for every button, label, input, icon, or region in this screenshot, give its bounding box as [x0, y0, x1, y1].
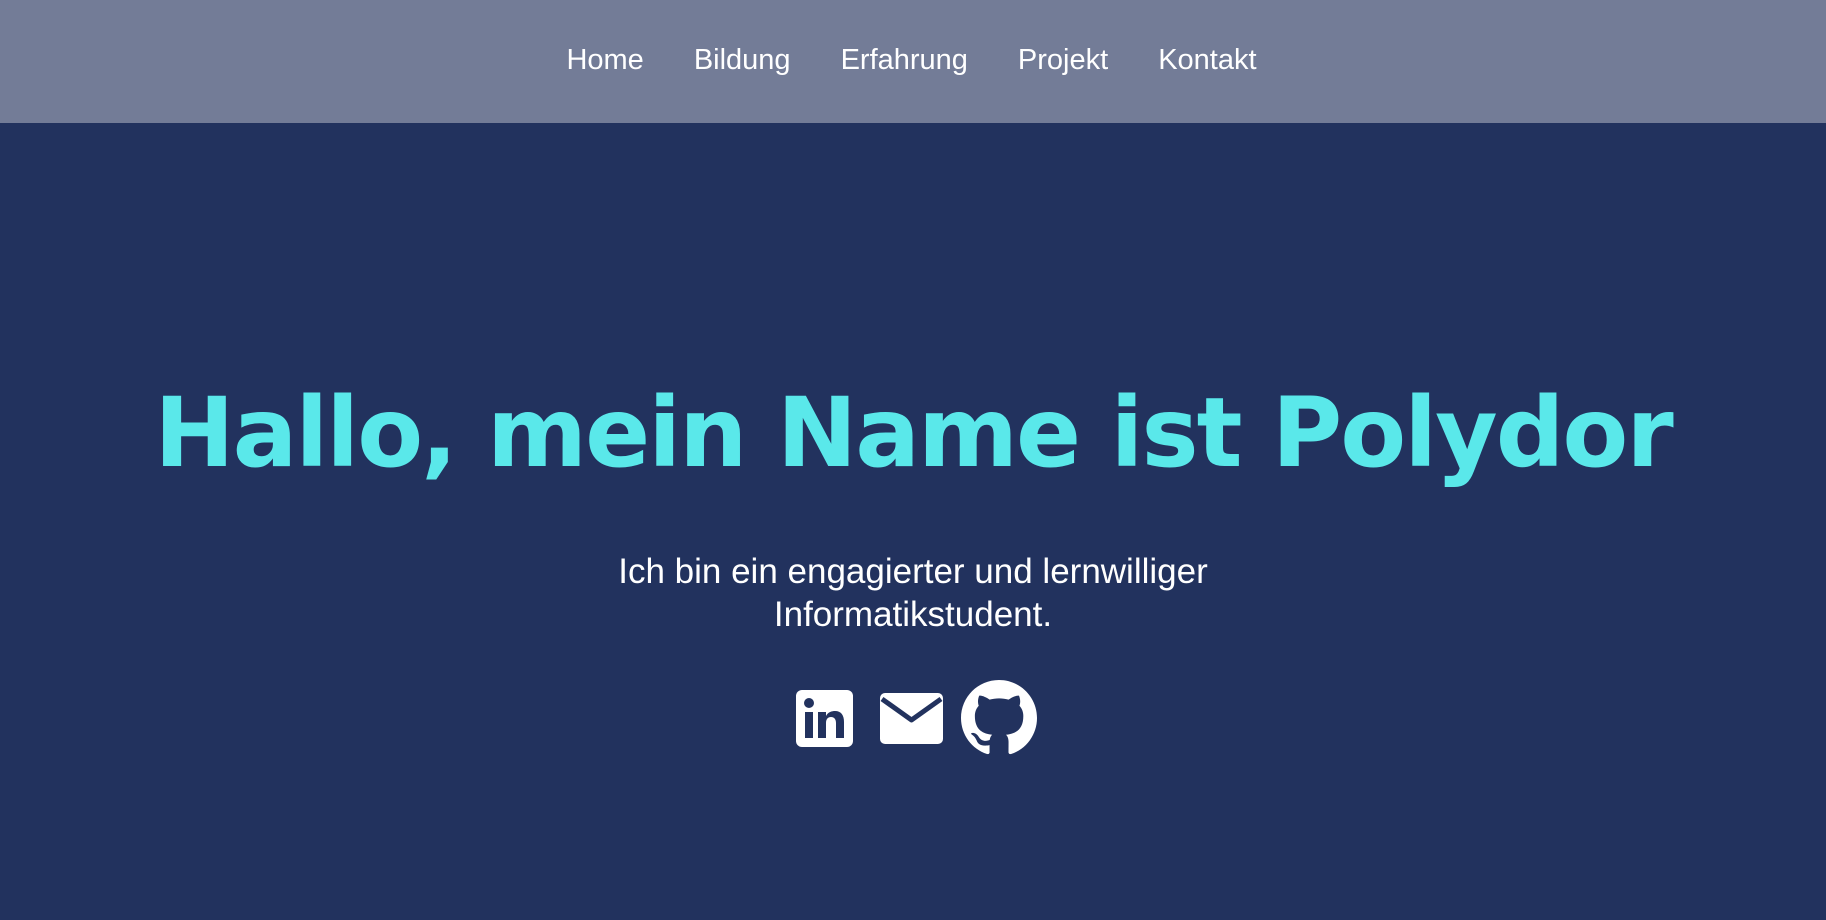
navbar: Home Bildung Erfahrung Projekt Kontakt: [0, 0, 1826, 123]
hero-section: Hallo, mein Name ist Polydor Ich bin ein…: [0, 123, 1826, 920]
github-icon: [961, 680, 1037, 755]
nav-link-kontakt[interactable]: Kontakt: [1158, 46, 1256, 75]
nav-link-home[interactable]: Home: [566, 46, 643, 75]
social-links: [796, 679, 1037, 757]
linkedin-link[interactable]: [796, 689, 853, 747]
nav-link-erfahrung[interactable]: Erfahrung: [841, 46, 968, 75]
nav-link-projekt[interactable]: Projekt: [1018, 46, 1108, 75]
mail-link[interactable]: [880, 692, 943, 744]
mail-icon: [880, 692, 943, 744]
nav-list: Home Bildung Erfahrung Projekt Kontakt: [0, 0, 1826, 123]
linkedin-icon: [796, 689, 853, 747]
hero-title: Hallo, mein Name ist Polydor: [154, 377, 1673, 489]
nav-link-bildung[interactable]: Bildung: [694, 46, 791, 75]
github-link[interactable]: [961, 680, 1037, 756]
hero-subtitle: Ich bin ein engagierter und lernwilliger…: [618, 552, 1208, 634]
